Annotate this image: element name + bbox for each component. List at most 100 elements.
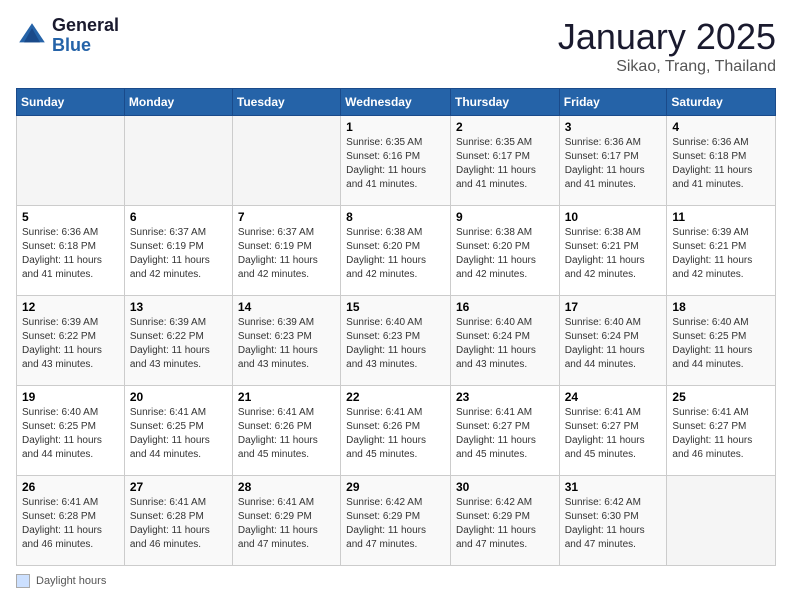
title-block: January 2025 Sikao, Trang, Thailand: [558, 16, 776, 76]
day-number: 29: [346, 480, 445, 494]
calendar-cell: 31Sunrise: 6:42 AM Sunset: 6:30 PM Dayli…: [559, 476, 667, 566]
day-number: 24: [565, 390, 662, 404]
day-info: Sunrise: 6:41 AM Sunset: 6:28 PM Dayligh…: [22, 496, 119, 552]
day-number: 8: [346, 210, 445, 224]
calendar-cell: 3 Sunrise: 6:36 AM Sunset: 6:17 PM Daylig…: [559, 116, 667, 206]
day-info: Sunrise: 6:35 AM Sunset: 6:16 PM Dayligh…: [346, 136, 445, 192]
logo: General Blue: [16, 16, 119, 56]
day-number: 6: [130, 210, 227, 224]
calendar-week-1: 1 Sunrise: 6:35 AM Sunset: 6:16 PM Daylig…: [17, 116, 776, 206]
day-number: 30: [456, 480, 554, 494]
calendar-cell: [124, 116, 232, 206]
day-info: Sunrise: 6:36 AM Sunset: 6:18 PM Dayligh…: [672, 136, 770, 192]
calendar-cell: 14Sunrise: 6:39 AM Sunset: 6:23 PM Dayli…: [232, 296, 340, 386]
calendar-cell: 17Sunrise: 6:40 AM Sunset: 6:24 PM Dayli…: [559, 296, 667, 386]
day-number: 17: [565, 300, 662, 314]
day-info: Sunrise: 6:37 AM Sunset: 6:19 PM Dayligh…: [238, 226, 335, 282]
calendar-cell: 21 Sunrise: 6:41 AM Sunset: 6:26 PM Dayli…: [232, 386, 340, 476]
calendar-cell: 20 Sunrise: 6:41 AM Sunset: 6:25 PM Dayli…: [124, 386, 232, 476]
day-number: 27: [130, 480, 227, 494]
day-number: 7: [238, 210, 335, 224]
calendar-cell: 8 Sunrise: 6:38 AM Sunset: 6:20 PM Daylig…: [341, 206, 451, 296]
location-subtitle: Sikao, Trang, Thailand: [558, 58, 776, 76]
calendar-cell: 27 Sunrise: 6:41 AM Sunset: 6:28 PM Dayli…: [124, 476, 232, 566]
day-number: 31: [565, 480, 662, 494]
calendar-cell: 29 Sunrise: 6:42 AM Sunset: 6:29 PM Dayli…: [341, 476, 451, 566]
day-info: Sunrise: 6:41 AM Sunset: 6:25 PM Dayligh…: [130, 406, 227, 462]
column-header-friday: Friday: [559, 89, 667, 116]
day-info: Sunrise: 6:35 AM Sunset: 6:17 PM Dayligh…: [456, 136, 554, 192]
month-title: January 2025: [558, 16, 776, 58]
day-info: Sunrise: 6:40 AM Sunset: 6:25 PM Dayligh…: [672, 316, 770, 372]
day-info: Sunrise: 6:40 AM Sunset: 6:24 PM Dayligh…: [456, 316, 554, 372]
calendar-cell: 22 Sunrise: 6:41 AM Sunset: 6:26 PM Dayli…: [341, 386, 451, 476]
calendar-cell: 6Sunrise: 6:37 AM Sunset: 6:19 PM Daylig…: [124, 206, 232, 296]
day-info: Sunrise: 6:38 AM Sunset: 6:20 PM Dayligh…: [346, 226, 445, 282]
calendar-cell: 23 Sunrise: 6:41 AM Sunset: 6:27 PM Dayli…: [450, 386, 559, 476]
day-number: 13: [130, 300, 227, 314]
day-info: Sunrise: 6:39 AM Sunset: 6:21 PM Dayligh…: [672, 226, 770, 282]
legend: Daylight hours: [16, 574, 776, 588]
day-info: Sunrise: 6:39 AM Sunset: 6:22 PM Dayligh…: [130, 316, 227, 372]
day-info: Sunrise: 6:41 AM Sunset: 6:27 PM Dayligh…: [672, 406, 770, 462]
day-number: 23: [456, 390, 554, 404]
calendar-cell: 26 Sunrise: 6:41 AM Sunset: 6:28 PM Dayli…: [17, 476, 125, 566]
day-info: Sunrise: 6:42 AM Sunset: 6:29 PM Dayligh…: [456, 496, 554, 552]
day-info: Sunrise: 6:41 AM Sunset: 6:26 PM Dayligh…: [238, 406, 335, 462]
day-number: 2: [456, 120, 554, 134]
logo-blue: Blue: [52, 36, 119, 56]
day-info: Sunrise: 6:36 AM Sunset: 6:17 PM Dayligh…: [565, 136, 662, 192]
day-number: 22: [346, 390, 445, 404]
day-number: 16: [456, 300, 554, 314]
column-header-thursday: Thursday: [450, 89, 559, 116]
column-header-saturday: Saturday: [667, 89, 776, 116]
day-number: 5: [22, 210, 119, 224]
calendar-cell: 13 Sunrise: 6:39 AM Sunset: 6:22 PM Dayli…: [124, 296, 232, 386]
calendar-cell: 28Sunrise: 6:41 AM Sunset: 6:29 PM Dayli…: [232, 476, 340, 566]
day-number: 3: [565, 120, 662, 134]
day-number: 12: [22, 300, 119, 314]
day-number: 1: [346, 120, 445, 134]
calendar-cell: 25 Sunrise: 6:41 AM Sunset: 6:27 PM Dayli…: [667, 386, 776, 476]
calendar-week-4: 19 Sunrise: 6:40 AM Sunset: 6:25 PM Dayli…: [17, 386, 776, 476]
day-info: Sunrise: 6:41 AM Sunset: 6:28 PM Dayligh…: [130, 496, 227, 552]
day-number: 11: [672, 210, 770, 224]
day-number: 15: [346, 300, 445, 314]
calendar-cell: 11 Sunrise: 6:39 AM Sunset: 6:21 PM Dayli…: [667, 206, 776, 296]
calendar-cell: 18 Sunrise: 6:40 AM Sunset: 6:25 PM Dayli…: [667, 296, 776, 386]
calendar-week-3: 12 Sunrise: 6:39 AM Sunset: 6:22 PM Dayli…: [17, 296, 776, 386]
day-number: 18: [672, 300, 770, 314]
calendar-cell: 9Sunrise: 6:38 AM Sunset: 6:20 PM Daylig…: [450, 206, 559, 296]
calendar-cell: 12 Sunrise: 6:39 AM Sunset: 6:22 PM Dayli…: [17, 296, 125, 386]
calendar-cell: 4Sunrise: 6:36 AM Sunset: 6:18 PM Daylig…: [667, 116, 776, 206]
calendar-cell: [232, 116, 340, 206]
calendar-header-row: SundayMondayTuesdayWednesdayThursdayFrid…: [17, 89, 776, 116]
calendar-week-5: 26 Sunrise: 6:41 AM Sunset: 6:28 PM Dayli…: [17, 476, 776, 566]
calendar-cell: 16 Sunrise: 6:40 AM Sunset: 6:24 PM Dayli…: [450, 296, 559, 386]
day-info: Sunrise: 6:41 AM Sunset: 6:27 PM Dayligh…: [456, 406, 554, 462]
day-info: Sunrise: 6:42 AM Sunset: 6:29 PM Dayligh…: [346, 496, 445, 552]
day-info: Sunrise: 6:39 AM Sunset: 6:23 PM Dayligh…: [238, 316, 335, 372]
day-info: Sunrise: 6:38 AM Sunset: 6:21 PM Dayligh…: [565, 226, 662, 282]
calendar-cell: 15 Sunrise: 6:40 AM Sunset: 6:23 PM Dayli…: [341, 296, 451, 386]
calendar-cell: [17, 116, 125, 206]
logo-icon: [16, 20, 48, 52]
calendar-table: SundayMondayTuesdayWednesdayThursdayFrid…: [16, 88, 776, 566]
day-number: 26: [22, 480, 119, 494]
day-info: Sunrise: 6:40 AM Sunset: 6:25 PM Dayligh…: [22, 406, 119, 462]
calendar-week-2: 5Sunrise: 6:36 AM Sunset: 6:18 PM Daylig…: [17, 206, 776, 296]
day-number: 25: [672, 390, 770, 404]
calendar-cell: 5Sunrise: 6:36 AM Sunset: 6:18 PM Daylig…: [17, 206, 125, 296]
day-number: 21: [238, 390, 335, 404]
column-header-tuesday: Tuesday: [232, 89, 340, 116]
calendar-cell: 1 Sunrise: 6:35 AM Sunset: 6:16 PM Daylig…: [341, 116, 451, 206]
column-header-sunday: Sunday: [17, 89, 125, 116]
day-number: 19: [22, 390, 119, 404]
column-header-monday: Monday: [124, 89, 232, 116]
day-info: Sunrise: 6:41 AM Sunset: 6:26 PM Dayligh…: [346, 406, 445, 462]
day-info: Sunrise: 6:40 AM Sunset: 6:23 PM Dayligh…: [346, 316, 445, 372]
logo-general: General: [52, 16, 119, 36]
day-info: Sunrise: 6:39 AM Sunset: 6:22 PM Dayligh…: [22, 316, 119, 372]
day-info: Sunrise: 6:38 AM Sunset: 6:20 PM Dayligh…: [456, 226, 554, 282]
day-number: 20: [130, 390, 227, 404]
